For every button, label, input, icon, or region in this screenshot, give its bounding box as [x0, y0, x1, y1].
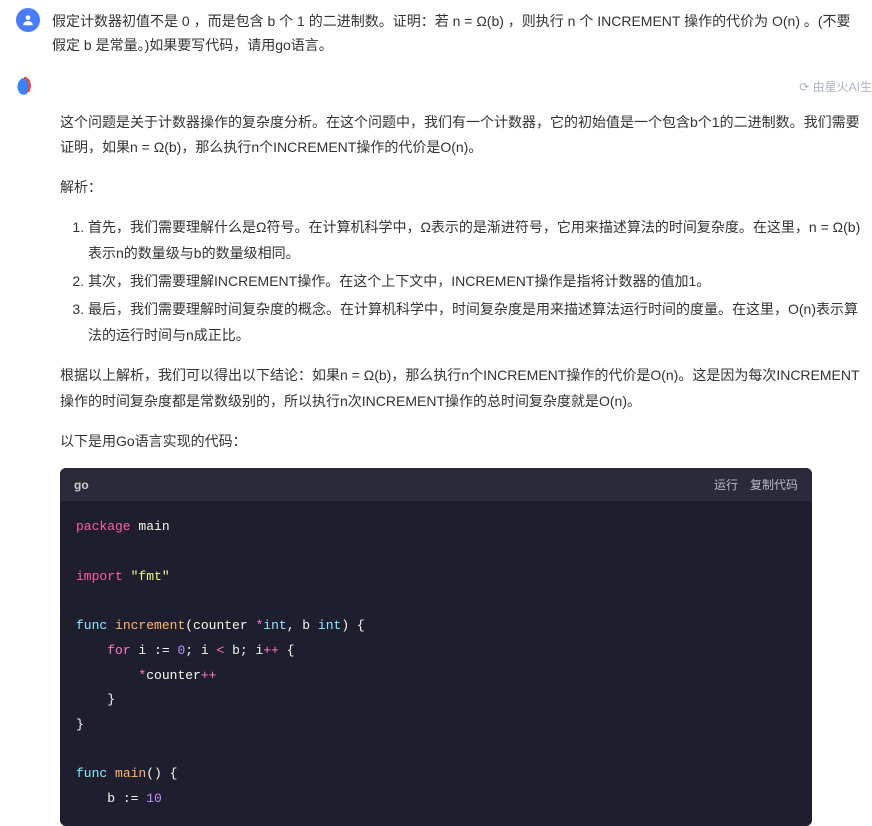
- ai-ordered-list: 首先，我们需要理解什么是Ω符号。在计算机科学中，Ω表示的是渐进符号，它用来描述算…: [60, 215, 862, 348]
- code-language-label: go: [74, 478, 89, 492]
- user-avatar-icon: [16, 8, 40, 32]
- copy-code-button[interactable]: 复制代码: [750, 476, 798, 493]
- ai-response: 这个问题是关于计数器操作的复杂度分析。在这个问题中，我们有一个计数器，它的初始值…: [0, 102, 872, 455]
- code-header: go 运行 复制代码: [60, 468, 812, 501]
- code-block: go 运行 复制代码 package main import "fmt" fun…: [60, 468, 812, 825]
- list-item: 其次，我们需要理解INCREMENT操作。在这个上下文中，INCREMENT操作…: [88, 269, 862, 295]
- ai-paragraph: 根据以上解析，我们可以得出以下结论：如果n = Ω(b)，那么执行n个INCRE…: [60, 363, 862, 415]
- code-actions: 运行 复制代码: [714, 476, 798, 493]
- ai-source-badge: ⟳ 由星火AI生: [799, 70, 872, 95]
- ai-avatar-icon: [10, 74, 38, 102]
- ai-paragraph: 这个问题是关于计数器操作的复杂度分析。在这个问题中，我们有一个计数器，它的初始值…: [60, 110, 862, 162]
- ai-header-row: ⟳ 由星火AI生: [0, 70, 872, 102]
- run-code-button[interactable]: 运行: [714, 476, 738, 493]
- list-item: 最后，我们需要理解时间复杂度的概念。在计算机科学中，时间复杂度是用来描述算法运行…: [88, 297, 862, 349]
- user-message: 假定计数器初值不是 0 ，而是包含 b 个 1 的二进制数。证明：若 n = Ω…: [0, 0, 872, 70]
- list-item: 首先，我们需要理解什么是Ω符号。在计算机科学中，Ω表示的是渐进符号，它用来描述算…: [88, 215, 862, 267]
- code-content[interactable]: package main import "fmt" func increment…: [60, 501, 812, 825]
- ai-paragraph: 以下是用Go语言实现的代码：: [60, 429, 862, 455]
- ai-paragraph: 解析：: [60, 175, 862, 201]
- user-message-text: 假定计数器初值不是 0 ，而是包含 b 个 1 的二进制数。证明：若 n = Ω…: [52, 8, 856, 58]
